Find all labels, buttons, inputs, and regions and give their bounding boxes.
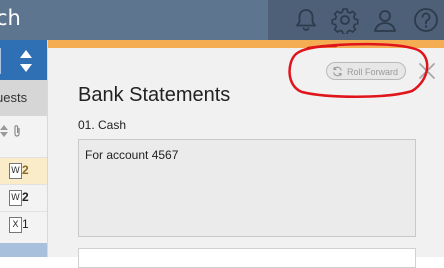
bell-icon[interactable] xyxy=(292,6,320,34)
list-item[interactable]: W 2 xyxy=(0,184,47,211)
next-field[interactable] xyxy=(78,248,416,268)
panel-title: Bank Statements xyxy=(78,84,231,106)
list-item[interactable]: X 1 xyxy=(0,211,47,238)
list-item[interactable]: W 2 xyxy=(0,157,47,184)
roll-forward-button[interactable]: Roll Forward xyxy=(326,62,406,80)
attachment-count: 2 xyxy=(22,190,29,204)
top-bar: ch xyxy=(0,0,444,40)
description-field[interactable]: For account 4567 xyxy=(78,139,416,237)
word-file-icon: W xyxy=(9,163,22,179)
tab-label: uests xyxy=(0,90,28,105)
attachment-count: 2 xyxy=(22,163,29,177)
close-icon[interactable] xyxy=(416,60,438,82)
word-file-icon: W xyxy=(9,190,22,206)
sidebar: uests W 2 W 2 X 1 xyxy=(0,40,48,257)
gear-icon[interactable] xyxy=(331,6,359,36)
help-icon[interactable] xyxy=(412,6,440,34)
attachment-count: 1 xyxy=(22,217,29,231)
paperclip-icon[interactable] xyxy=(13,124,21,138)
detail-panel: Roll Forward Bank Statements 01. Cash Fo… xyxy=(48,40,444,268)
sort-arrows-icon[interactable] xyxy=(18,48,34,74)
panel-accent-bar xyxy=(48,40,444,48)
sort-icon[interactable] xyxy=(0,125,8,137)
column-icon-row xyxy=(0,118,47,144)
tab-requests[interactable]: uests xyxy=(0,80,47,116)
refresh-icon xyxy=(333,66,342,77)
roll-forward-label: Roll Forward xyxy=(347,67,399,77)
app-title: ch xyxy=(0,6,21,30)
user-icon[interactable] xyxy=(371,6,399,34)
topbar-icon-group xyxy=(268,0,444,40)
divider xyxy=(0,48,1,74)
sidebar-header xyxy=(0,40,47,80)
selected-row-strip[interactable] xyxy=(0,243,47,257)
section-label: 01. Cash xyxy=(78,118,127,132)
excel-file-icon: X xyxy=(9,217,22,233)
